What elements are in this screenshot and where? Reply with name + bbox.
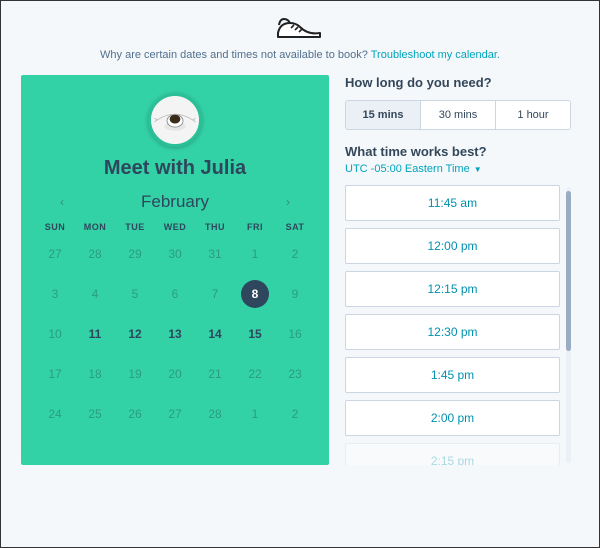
calendar-day[interactable]: 14: [195, 320, 235, 348]
calendar-day: 19: [115, 360, 155, 388]
dow-label: FRI: [235, 222, 275, 232]
calendar-day: 1: [235, 240, 275, 268]
calendar-day: 4: [75, 280, 115, 308]
troubleshoot-text: Why are certain dates and times not avai…: [100, 49, 371, 61]
time-slot[interactable]: 2:00 pm: [345, 400, 560, 436]
duration-picker: 15 mins30 mins1 hour: [345, 100, 571, 130]
calendar-day: 30: [155, 240, 195, 268]
time-slot[interactable]: 12:00 pm: [345, 228, 560, 264]
dow-label: SUN: [35, 222, 75, 232]
timezone-selector[interactable]: UTC -05:00 Eastern Time ▼: [345, 163, 571, 175]
calendar-day: 24: [35, 400, 75, 428]
calendar-day: 31: [195, 240, 235, 268]
time-slot[interactable]: 12:30 pm: [345, 314, 560, 350]
duration-option[interactable]: 30 mins: [421, 101, 496, 129]
duration-option[interactable]: 15 mins: [346, 101, 421, 129]
duration-question: How long do you need?: [345, 75, 571, 90]
calendar-day: 29: [115, 240, 155, 268]
chevron-down-icon: ▼: [474, 165, 482, 174]
timezone-label: UTC -05:00 Eastern Time: [345, 163, 470, 175]
calendar-day: 26: [115, 400, 155, 428]
calendar-day: 27: [35, 240, 75, 268]
calendar-day: 28: [75, 240, 115, 268]
time-question: What time works best?: [345, 144, 571, 159]
shoe-icon: [274, 13, 326, 41]
time-slot-list: 11:45 am 12:00 pm 12:15 pm 12:30 pm 1:45 pm 2…: [345, 185, 560, 465]
booking-panel: How long do you need? 15 mins30 mins1 ho…: [329, 75, 579, 465]
calendar-day: 7: [195, 280, 235, 308]
dow-label: SAT: [275, 222, 315, 232]
calendar-day: 16: [275, 320, 315, 348]
calendar-day: 21: [195, 360, 235, 388]
duration-option[interactable]: 1 hour: [496, 101, 570, 129]
calendar-day[interactable]: 11: [75, 320, 115, 348]
troubleshoot-link[interactable]: Troubleshoot my calendar.: [371, 49, 500, 61]
time-slot[interactable]: 2:15 pm: [345, 443, 560, 465]
calendar-day[interactable]: 12: [115, 320, 155, 348]
dow-label: THU: [195, 222, 235, 232]
host-avatar: [148, 93, 202, 147]
calendar-day: 10: [35, 320, 75, 348]
calendar-day[interactable]: 15: [235, 320, 275, 348]
time-slot-scrollbar[interactable]: [566, 187, 571, 463]
calendar-day: 1: [235, 400, 275, 428]
calendar-day: 5: [115, 280, 155, 308]
calendar-card: Meet with Julia ‹ February › SUNMONTUEWE…: [21, 75, 329, 465]
month-label: February: [141, 192, 209, 212]
time-slot[interactable]: 12:15 pm: [345, 271, 560, 307]
calendar-day: 28: [195, 400, 235, 428]
time-slot[interactable]: 11:45 am: [345, 185, 560, 221]
calendar-grid: 2728293031123456789101112131415161718192…: [35, 240, 315, 428]
calendar-day: 23: [275, 360, 315, 388]
calendar-day[interactable]: 8: [235, 280, 275, 308]
scrollbar-thumb[interactable]: [566, 191, 571, 351]
calendar-day: 18: [75, 360, 115, 388]
calendar-day: 9: [275, 280, 315, 308]
brand-logo: [1, 13, 599, 41]
calendar-day-selected[interactable]: 8: [241, 280, 269, 308]
calendar-day: 20: [155, 360, 195, 388]
calendar-day: 27: [155, 400, 195, 428]
calendar-day: 17: [35, 360, 75, 388]
day-of-week-header: SUNMONTUEWEDTHUFRISAT: [35, 222, 315, 232]
time-slot[interactable]: 1:45 pm: [345, 357, 560, 393]
calendar-day: 25: [75, 400, 115, 428]
dow-label: TUE: [115, 222, 155, 232]
troubleshoot-line: Why are certain dates and times not avai…: [1, 49, 599, 61]
dow-label: MON: [75, 222, 115, 232]
next-month-button[interactable]: ›: [279, 193, 297, 211]
calendar-day: 3: [35, 280, 75, 308]
prev-month-button[interactable]: ‹: [53, 193, 71, 211]
calendar-day: 2: [275, 400, 315, 428]
dow-label: WED: [155, 222, 195, 232]
calendar-day[interactable]: 13: [155, 320, 195, 348]
calendar-day: 22: [235, 360, 275, 388]
calendar-day: 6: [155, 280, 195, 308]
calendar-day: 2: [275, 240, 315, 268]
meeting-title: Meet with Julia: [35, 157, 315, 180]
